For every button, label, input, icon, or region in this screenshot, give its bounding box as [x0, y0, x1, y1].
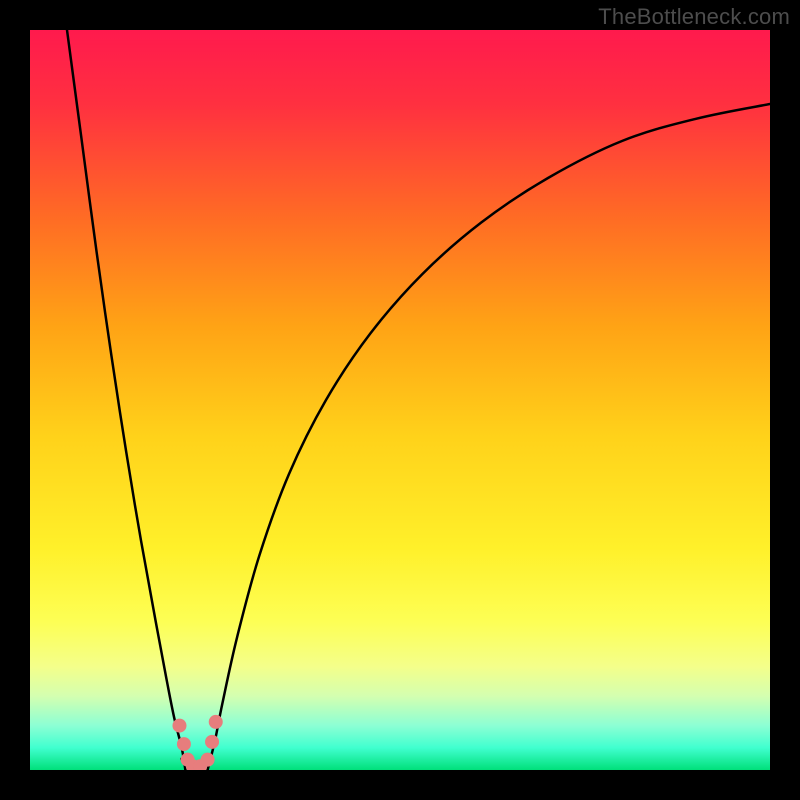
marker-dot: [209, 715, 223, 729]
marker-dot: [201, 753, 215, 767]
bottleneck-chart: [30, 30, 770, 770]
chart-plot-area: [30, 30, 770, 770]
gradient-background: [30, 30, 770, 770]
watermark-text: TheBottleneck.com: [598, 4, 790, 30]
marker-dot: [205, 735, 219, 749]
outer-frame: TheBottleneck.com: [0, 0, 800, 800]
marker-dot: [172, 719, 186, 733]
marker-dot: [177, 737, 191, 751]
